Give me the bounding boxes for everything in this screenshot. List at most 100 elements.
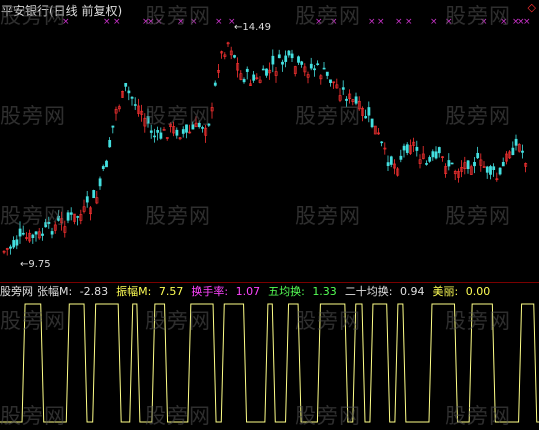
candle-body	[265, 68, 268, 76]
candle-body	[380, 141, 384, 144]
candle-body	[130, 96, 134, 99]
signal-marker: ×	[368, 17, 376, 27]
signal-marker: ×	[445, 17, 453, 27]
candle-body	[47, 221, 51, 224]
candle-body	[12, 240, 16, 248]
signal-marker: ×	[377, 17, 385, 27]
candle-body	[185, 124, 188, 133]
candle-body	[105, 160, 108, 168]
low-price-value: 9.75	[28, 259, 51, 270]
candle-body	[153, 135, 156, 138]
candle-body	[41, 233, 44, 236]
candle-body	[213, 82, 217, 86]
candle-body	[245, 68, 249, 72]
high-price-value: 14.49	[242, 22, 272, 33]
candle-body	[370, 118, 374, 128]
indicator-step-line	[0, 303, 539, 423]
signal-marker: ×	[315, 17, 323, 27]
signal-marker: ×	[215, 17, 223, 27]
candle-body	[21, 232, 25, 235]
candle-body	[389, 156, 393, 165]
candle-body	[111, 125, 115, 128]
candle-body	[85, 196, 89, 203]
candle-body	[329, 79, 332, 83]
candle-body	[207, 123, 211, 126]
candle-body	[124, 82, 128, 87]
signal-marker: ×	[405, 17, 413, 27]
signal-marker: ×	[147, 17, 155, 27]
legend-item-ershijun: 二十均换: 0.94	[344, 285, 425, 298]
candle-body	[252, 74, 256, 81]
price-candles: × × × ×× × × × × × × × × × × × × × × × ×××	[2, 17, 531, 256]
candle-body	[476, 152, 480, 159]
candle-body	[447, 160, 451, 167]
candle-body	[261, 68, 265, 71]
candle-body	[92, 190, 96, 199]
candle-body	[290, 53, 294, 59]
candle-body	[127, 90, 131, 94]
candle-body	[514, 138, 518, 146]
candle-body	[287, 50, 291, 56]
candle-body	[300, 61, 304, 65]
legend-item-zhangfu: 张幅M: -2.83	[37, 285, 109, 298]
candle-body	[133, 104, 137, 106]
candle-body	[309, 63, 313, 69]
candle-body	[386, 162, 390, 166]
candle-body	[233, 55, 236, 58]
candle-body	[511, 147, 515, 156]
candle-body	[399, 155, 403, 160]
candle-body	[149, 130, 153, 133]
candle-body	[242, 79, 246, 83]
candle-body	[101, 166, 105, 169]
signal-marker: ×	[523, 17, 531, 27]
candle-body	[521, 150, 524, 153]
diamond-icon[interactable]: ◇	[528, 1, 536, 14]
signal-marker: ×	[330, 17, 338, 27]
candle-body	[492, 166, 496, 170]
candle-body	[34, 231, 38, 235]
candle-body	[485, 166, 489, 173]
signal-marker: ×	[177, 17, 185, 27]
candle-body	[405, 144, 409, 153]
candle-body	[281, 61, 284, 65]
candle-body	[108, 140, 112, 148]
signal-marker: ×	[430, 17, 438, 27]
candle-body	[159, 132, 163, 139]
indicator-legend: 股旁网 张幅M: -2.83 振幅M: 7.57 换手率: 1.07 五均换: 1.33…	[0, 283, 498, 299]
candle-body	[277, 54, 281, 59]
legend-item-meili: 美丽: 0.00	[432, 285, 491, 298]
high-price-label: ←14.49	[234, 22, 272, 33]
candle-body	[437, 147, 441, 154]
signal-marker: ×	[480, 17, 488, 27]
candle-body	[66, 212, 70, 221]
candle-body	[284, 55, 288, 62]
candle-body	[57, 215, 60, 221]
candle-body	[316, 63, 320, 66]
chart-title: 平安银行(日线 前复权)	[1, 4, 123, 18]
candle-body	[197, 122, 201, 128]
signal-marker: ×	[500, 17, 508, 27]
candle-body	[44, 222, 48, 228]
candle-body	[402, 145, 406, 151]
indicator-name: 股旁网	[0, 285, 33, 298]
candle-body	[325, 71, 329, 76]
candle-body	[69, 212, 73, 215]
candle-body	[450, 162, 454, 165]
legend-item-zhenfu: 振幅M: 7.57	[116, 285, 184, 298]
candle-body	[98, 178, 102, 187]
candle-body	[466, 160, 470, 170]
candle-body	[498, 167, 502, 175]
candle-body	[31, 234, 35, 239]
candle-body	[489, 166, 492, 175]
candle-body	[354, 96, 358, 104]
candle-body	[76, 216, 80, 218]
candle-body	[18, 228, 22, 237]
candle-body	[345, 98, 348, 101]
signal-marker: ×	[395, 17, 403, 27]
candle-body	[425, 163, 428, 165]
indicator-panel[interactable]: 股旁网 张幅M: -2.83 振幅M: 7.57 换手率: 1.07 五均换: 1.33…	[0, 282, 539, 427]
candle-body	[175, 129, 179, 136]
signal-marker: ×	[190, 17, 198, 27]
indicator-line	[0, 303, 539, 423]
candlestick-chart[interactable]: × × × × × × × × × × × × × × × × × × × × × × × 平安银行(日线 前复权) ◇ ←…	[0, 0, 539, 282]
